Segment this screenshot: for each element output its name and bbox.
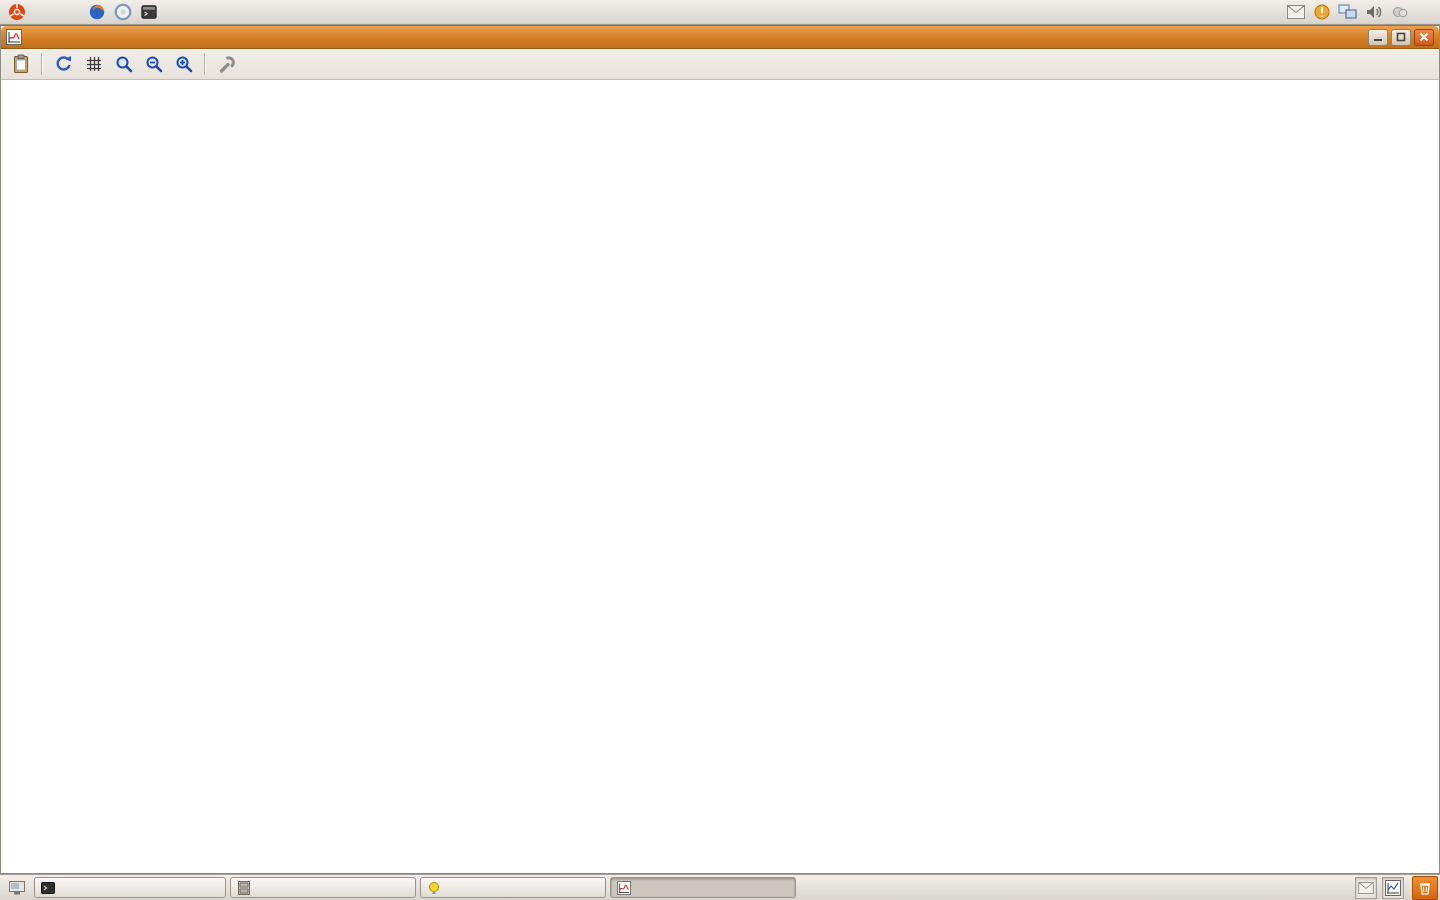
zoom-previous-button[interactable] [110, 51, 137, 77]
gnuplot-window-icon [5, 28, 23, 46]
taskbar [0, 874, 1440, 900]
gnuplot-icon [617, 881, 631, 895]
chart-sample-waveform[interactable] [1, 88, 1439, 238]
window-buttons [1368, 29, 1439, 46]
desktop [0, 0, 1440, 900]
help-launcher-icon[interactable] [112, 1, 134, 23]
titlebar[interactable] [1, 26, 1439, 49]
taskbar-button-gnuplot[interactable] [610, 877, 796, 898]
menu-places[interactable] [48, 10, 66, 14]
network-icon[interactable] [1338, 2, 1358, 22]
taskbar-button-terminal[interactable] [34, 877, 226, 898]
volume-icon[interactable] [1364, 2, 1384, 22]
gajim-icon [427, 881, 441, 895]
zoom-next-button[interactable] [140, 51, 167, 77]
show-desktop-button[interactable] [5, 877, 29, 899]
weather-icon[interactable] [1390, 2, 1410, 22]
toolbar [1, 49, 1439, 80]
plot-area [1, 80, 1439, 873]
taskbar-tray [1338, 876, 1438, 900]
terminal-launcher-icon[interactable] [138, 1, 160, 23]
taskbar-button-gajim[interactable] [420, 877, 606, 898]
chart-correlation[interactable] [1, 550, 1439, 850]
taskbar-button-file-browser[interactable] [230, 877, 416, 898]
help-button[interactable] [243, 51, 270, 77]
menu-applications[interactable] [30, 10, 48, 14]
browser-launcher-icon[interactable] [86, 1, 108, 23]
toolbar-separator [41, 53, 43, 75]
mail-icon[interactable] [1286, 2, 1306, 22]
trash-applet[interactable] [1412, 876, 1438, 900]
update-icon[interactable] [1312, 2, 1332, 22]
terminal-icon [41, 881, 55, 895]
replot-button[interactable] [50, 51, 77, 77]
mail-tray-icon[interactable] [1355, 877, 1377, 899]
toolbar-separator [204, 53, 206, 75]
gnuplot-window [0, 26, 1440, 874]
chart-echo[interactable] [1, 243, 1439, 543]
file-cabinet-icon [237, 881, 251, 895]
ubuntu-menu-icon[interactable] [6, 1, 28, 23]
close-button[interactable] [1414, 29, 1434, 46]
panel-status-area [1286, 2, 1436, 22]
top-panel [0, 0, 1440, 25]
plot-tray-icon[interactable] [1382, 877, 1404, 899]
menu-system[interactable] [66, 10, 84, 14]
maximize-button[interactable] [1391, 29, 1411, 46]
config-button[interactable] [213, 51, 240, 77]
zoom-autoscale-button[interactable] [170, 51, 197, 77]
grid-button[interactable] [80, 51, 107, 77]
minimize-button[interactable] [1368, 29, 1388, 46]
copy-clipboard-button[interactable] [7, 51, 34, 77]
